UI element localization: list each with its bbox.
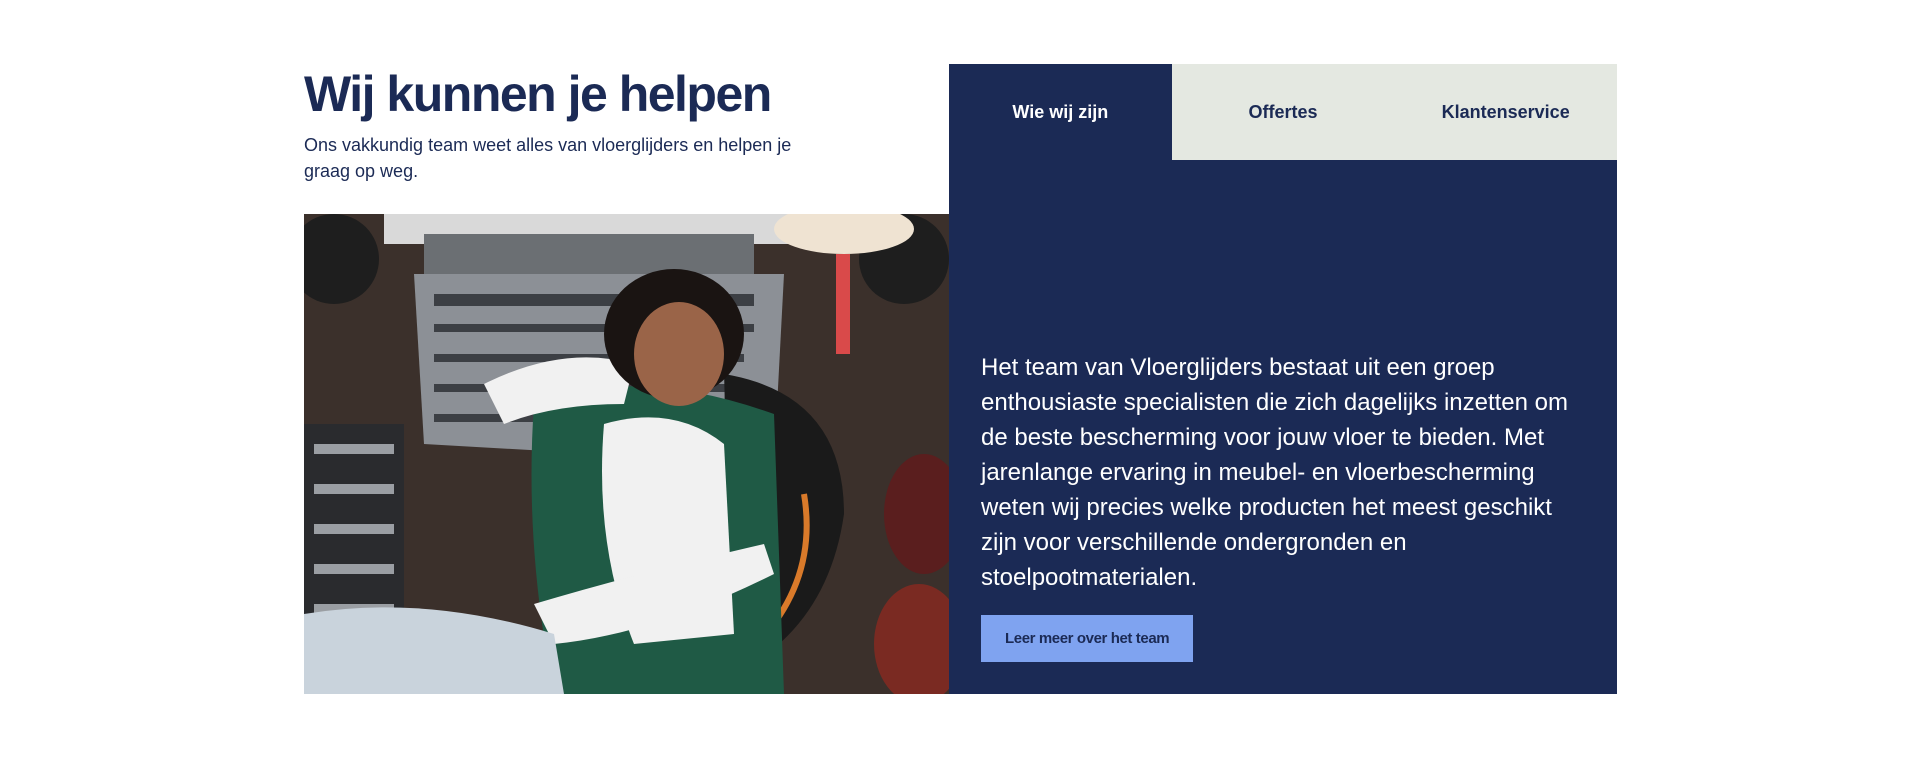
panel-description: Het team van Vloerglijders bestaat uit e… — [981, 354, 1569, 591]
tab-offertes[interactable]: Offertes — [1171, 64, 1395, 160]
tab-klantenservice[interactable]: Klantenservice — [1394, 64, 1618, 160]
intro-section: Wij kunnen je helpen Ons vakkundig team … — [304, 64, 904, 184]
team-photo-illustration — [304, 214, 949, 694]
team-photo — [304, 214, 949, 694]
info-panel: Wie wij zijn Offertes Klantenservice Het… — [949, 64, 1618, 694]
learn-more-team-button[interactable]: Leer meer over het team — [981, 615, 1194, 662]
page-subtitle: Ons vakkundig team weet alles van vloerg… — [304, 135, 792, 181]
panel-body: Het team van Vloerglijders bestaat uit e… — [981, 350, 1591, 662]
page-title: Wij kunnen je helpen — [304, 66, 772, 122]
tab-bar: Wie wij zijn Offertes Klantenservice — [949, 64, 1618, 160]
tab-wie-wij-zijn[interactable]: Wie wij zijn — [949, 64, 1172, 160]
